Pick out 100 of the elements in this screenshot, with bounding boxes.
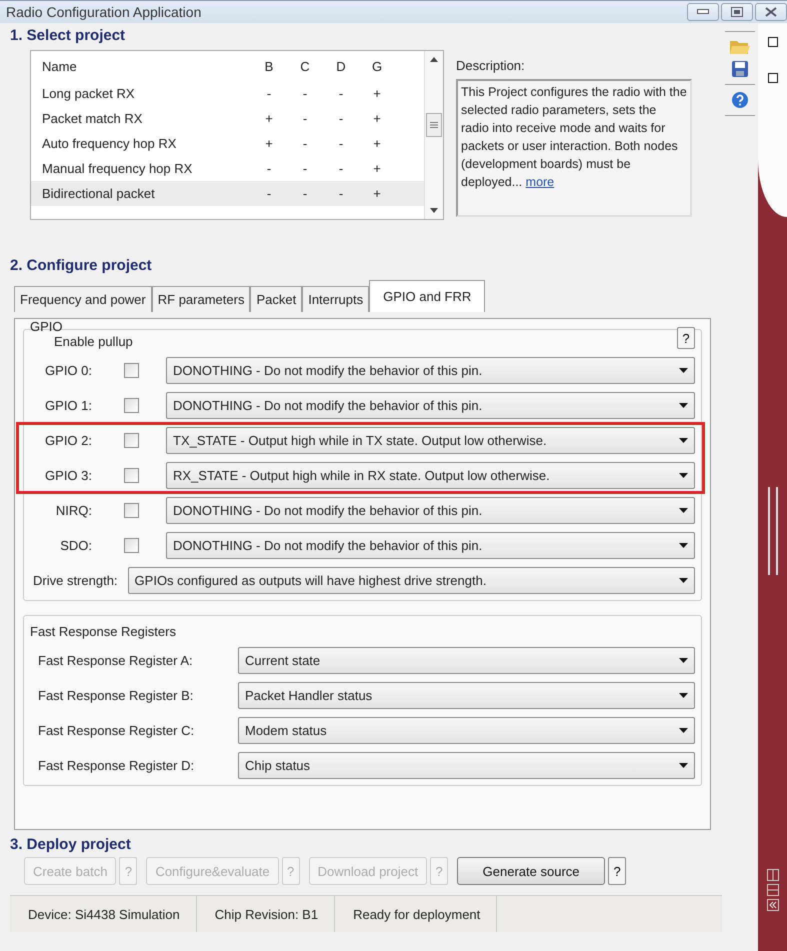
scroll-down-icon[interactable] [430,208,438,213]
column-header[interactable]: C [287,58,323,74]
description-label: Description: [456,58,526,73]
table-cell-text: - [266,161,272,176]
collapse-icon[interactable] [766,899,778,911]
table-row[interactable]: Long packet RX - - - + [31,81,424,106]
minimize-icon [697,9,709,15]
dropdown[interactable]: Modem status [238,717,695,744]
dropdown-arrow-icon [679,543,688,548]
table-cell-text: - [338,161,344,176]
table-cell-text: + [372,136,382,151]
dropdown[interactable]: RX_STATE - Output high while in RX state. Output low otherwise. [166,462,695,489]
register-label: Fast Response Register B: [38,688,194,703]
checkbox[interactable] [124,363,138,378]
dropdown[interactable]: Current state [238,647,695,674]
dropdown-arrow-icon [679,403,688,408]
dropdown-arrow-icon [679,578,688,583]
scroll-up-icon[interactable] [430,57,438,62]
dropdown-arrow-icon [679,693,688,698]
table-cell-text: - [302,136,308,151]
drive-strength-label: Drive strength: [33,573,118,588]
table-cell-text: Packet match RX [41,111,144,126]
description-text: This Project configures the radio with the selected radio parameters, sets the radio into receive mode and waits for packets or user interaction. Both nodes (development boards) must be deployed... more [456,79,692,217]
dropdown[interactable]: Chip status [238,752,695,779]
column-header[interactable]: G [359,58,395,74]
table-cell-text: Bidirectional packet [41,186,156,201]
checkbox[interactable] [124,433,138,448]
table-row[interactable]: Auto frequency hop RX + - - + [31,131,424,156]
dropdown-arrow-icon [679,763,688,768]
grip-icon[interactable] [430,121,438,129]
scrollbar[interactable] [424,51,443,219]
help-icon[interactable] [731,91,749,109]
table-row[interactable]: Packet match RX + - - + [31,106,424,131]
tab[interactable]: Packet [250,286,302,312]
table-cell-text: Long packet RX [41,86,136,101]
section-heading: 3. Deploy project [10,836,132,853]
status-text: Chip Revision: B1 [196,896,336,932]
dropdown[interactable]: DONOTHING - Do not modify the behavior of this pin. [166,497,695,524]
restore-button[interactable] [721,3,753,21]
table-cell-text: - [302,86,308,101]
column-header[interactable]: D [323,58,359,74]
dropdown[interactable]: DONOTHING - Do not modify the behavior of this pin. [166,357,695,384]
table-cell-text: - [338,111,344,126]
table-row[interactable]: Bidirectional packet - - - + [31,181,424,206]
pin-label: NIRQ: [54,503,93,518]
square-icon[interactable] [768,73,778,83]
table-cell-text: Manual frequency hop RX [41,161,194,176]
dropdown-arrow-icon [679,368,688,373]
more-link[interactable]: more [526,175,554,189]
minimize-button[interactable] [687,3,719,21]
dropdown[interactable]: DONOTHING - Do not modify the behavior of this pin. [166,392,695,419]
section-heading: 1. Select project [10,27,126,44]
table-cell-text: - [338,86,344,101]
section-heading: 2. Configure project [10,257,153,274]
split-icon[interactable] [766,869,778,881]
tab[interactable]: GPIO and FRR [369,280,486,312]
split-icon[interactable] [766,884,778,896]
dropdown-arrow-icon [679,728,688,733]
checkbox[interactable] [124,503,138,518]
checkbox[interactable] [124,398,138,413]
pin-label: SDO: [59,538,93,553]
dropdown[interactable]: TX_STATE - Output high while in TX state. Output low otherwise. [166,427,695,454]
dropdown-arrow-icon [679,438,688,443]
table-cell-text: + [372,111,382,126]
tab[interactable]: RF parameters [152,286,250,312]
checkbox[interactable] [124,468,138,483]
table-cell-text: - [338,136,344,151]
help-button[interactable]: ? [608,857,626,885]
column-header[interactable]: Name [31,58,251,74]
dropdown-arrow-icon [679,508,688,513]
status-text: Device: Si4438 Simulation [10,896,197,932]
tab[interactable]: Frequency and power [14,286,152,312]
window-title: Radio Configuration Application [6,4,202,20]
dropdown[interactable]: Packet Handler status [238,682,695,709]
save-icon[interactable] [731,60,749,78]
close-icon [765,7,777,17]
pin-label: GPIO 3: [44,468,93,483]
square-icon[interactable] [768,37,778,47]
dropdown-arrow-icon [679,473,688,478]
close-button[interactable] [755,3,787,21]
checkbox[interactable] [124,538,138,553]
deploy-button[interactable]: Generate source [457,857,606,885]
dropdown[interactable]: GPIOs configured as outputs will have highest drive strength. [128,567,695,594]
dropdown[interactable]: DONOTHING - Do not modify the behavior of this pin. [166,532,695,559]
help-button[interactable]: ? [677,327,695,349]
table-cell-text: + [264,111,274,126]
table-cell-text: + [372,186,382,201]
status-text: Ready for deployment [335,896,498,932]
group-title: GPIO [30,319,64,334]
register-label: Fast Response Register A: [38,653,194,668]
table-row[interactable]: Manual frequency hop RX - - - + [31,156,424,181]
table-cell-text: - [302,111,308,126]
table-cell-text: - [302,161,308,176]
column-header[interactable]: B [251,58,287,74]
pin-label: GPIO 2: [44,433,93,448]
pin-label: GPIO 1: [44,398,93,413]
tab[interactable]: Interrupts [302,286,370,312]
column-label: Enable pullup [54,334,133,349]
table-cell-text: - [266,86,272,101]
resize-handle[interactable] [768,487,778,575]
